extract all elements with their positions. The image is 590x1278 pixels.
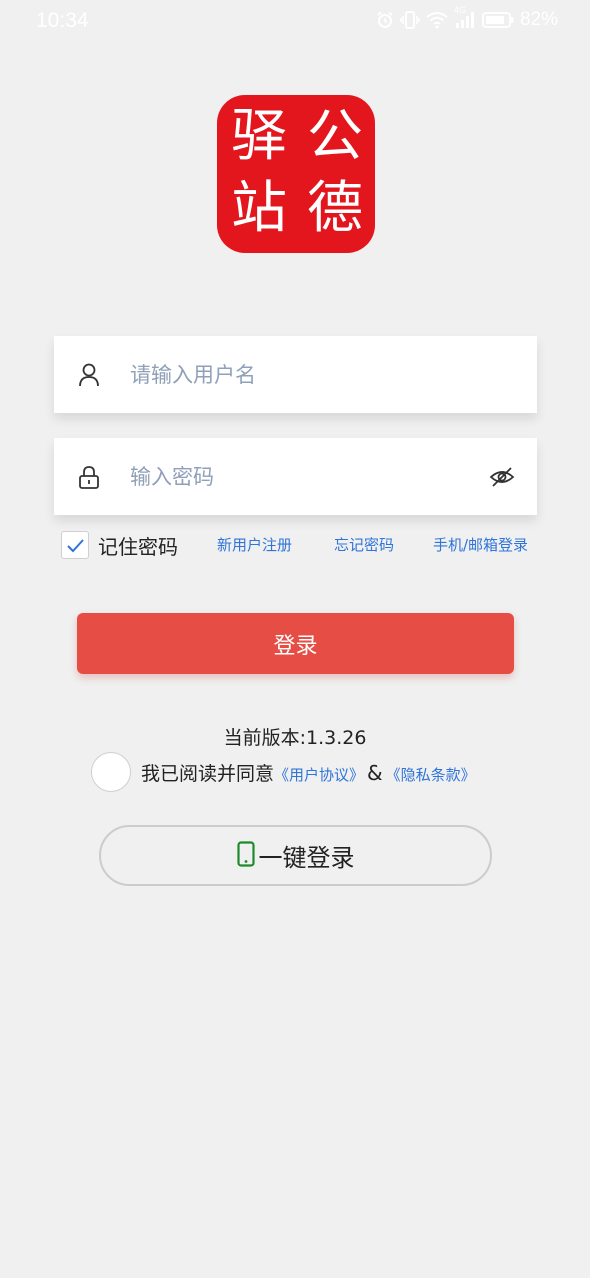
password-input[interactable] [130, 438, 470, 515]
login-button[interactable]: 登录 [77, 613, 514, 674]
agreement-amp: & [367, 761, 383, 785]
signal-icon: 4G [454, 5, 476, 29]
version-text: 当前版本:1.3.26 [223, 727, 367, 749]
wifi-icon [426, 11, 448, 29]
privacy-policy-link[interactable]: 《隐私条款》 [386, 764, 476, 785]
username-input[interactable] [130, 336, 470, 413]
forgot-password-link[interactable]: 忘记密码 [334, 534, 394, 555]
status-bar: 10:34 4G 82% [0, 0, 590, 44]
remember-password-checkbox[interactable] [61, 531, 89, 559]
agreement-row: 我已阅读并同意 《用户协议》 & 《隐私条款》 [141, 759, 476, 786]
login-button-label: 登录 [273, 633, 318, 659]
logo-char: 公 [307, 104, 363, 169]
network-type: 4G [453, 5, 466, 15]
status-time: 10:34 [36, 9, 89, 32]
register-link[interactable]: 新用户注册 [217, 534, 292, 555]
remember-password-label: 记住密码 [98, 535, 178, 559]
username-field [54, 336, 537, 413]
logo-char: 德 [307, 176, 363, 241]
battery-icon [482, 11, 514, 29]
one-click-login-button[interactable]: 一键登录 [99, 825, 492, 886]
lock-icon [78, 465, 100, 489]
phone-email-login-link[interactable]: 手机/邮箱登录 [433, 534, 528, 555]
app-logo: 公 德 驿 站 [217, 95, 375, 253]
alarm-icon [376, 11, 394, 29]
check-icon [67, 539, 84, 553]
battery-level: 82% [519, 9, 558, 30]
user-icon [78, 363, 100, 387]
vibrate-icon [400, 11, 420, 29]
phone-icon [236, 840, 255, 871]
one-click-login-label: 一键登录 [258, 844, 355, 872]
user-agreement-link[interactable]: 《用户协议》 [274, 764, 364, 785]
agreement-radio[interactable] [91, 752, 131, 792]
status-icons: 4G 82% [376, 5, 558, 31]
eye-off-icon[interactable] [489, 464, 515, 490]
password-field [54, 438, 537, 515]
logo-char: 站 [231, 176, 287, 241]
logo-char: 驿 [231, 104, 287, 169]
agreement-text: 我已阅读并同意 [141, 763, 275, 785]
